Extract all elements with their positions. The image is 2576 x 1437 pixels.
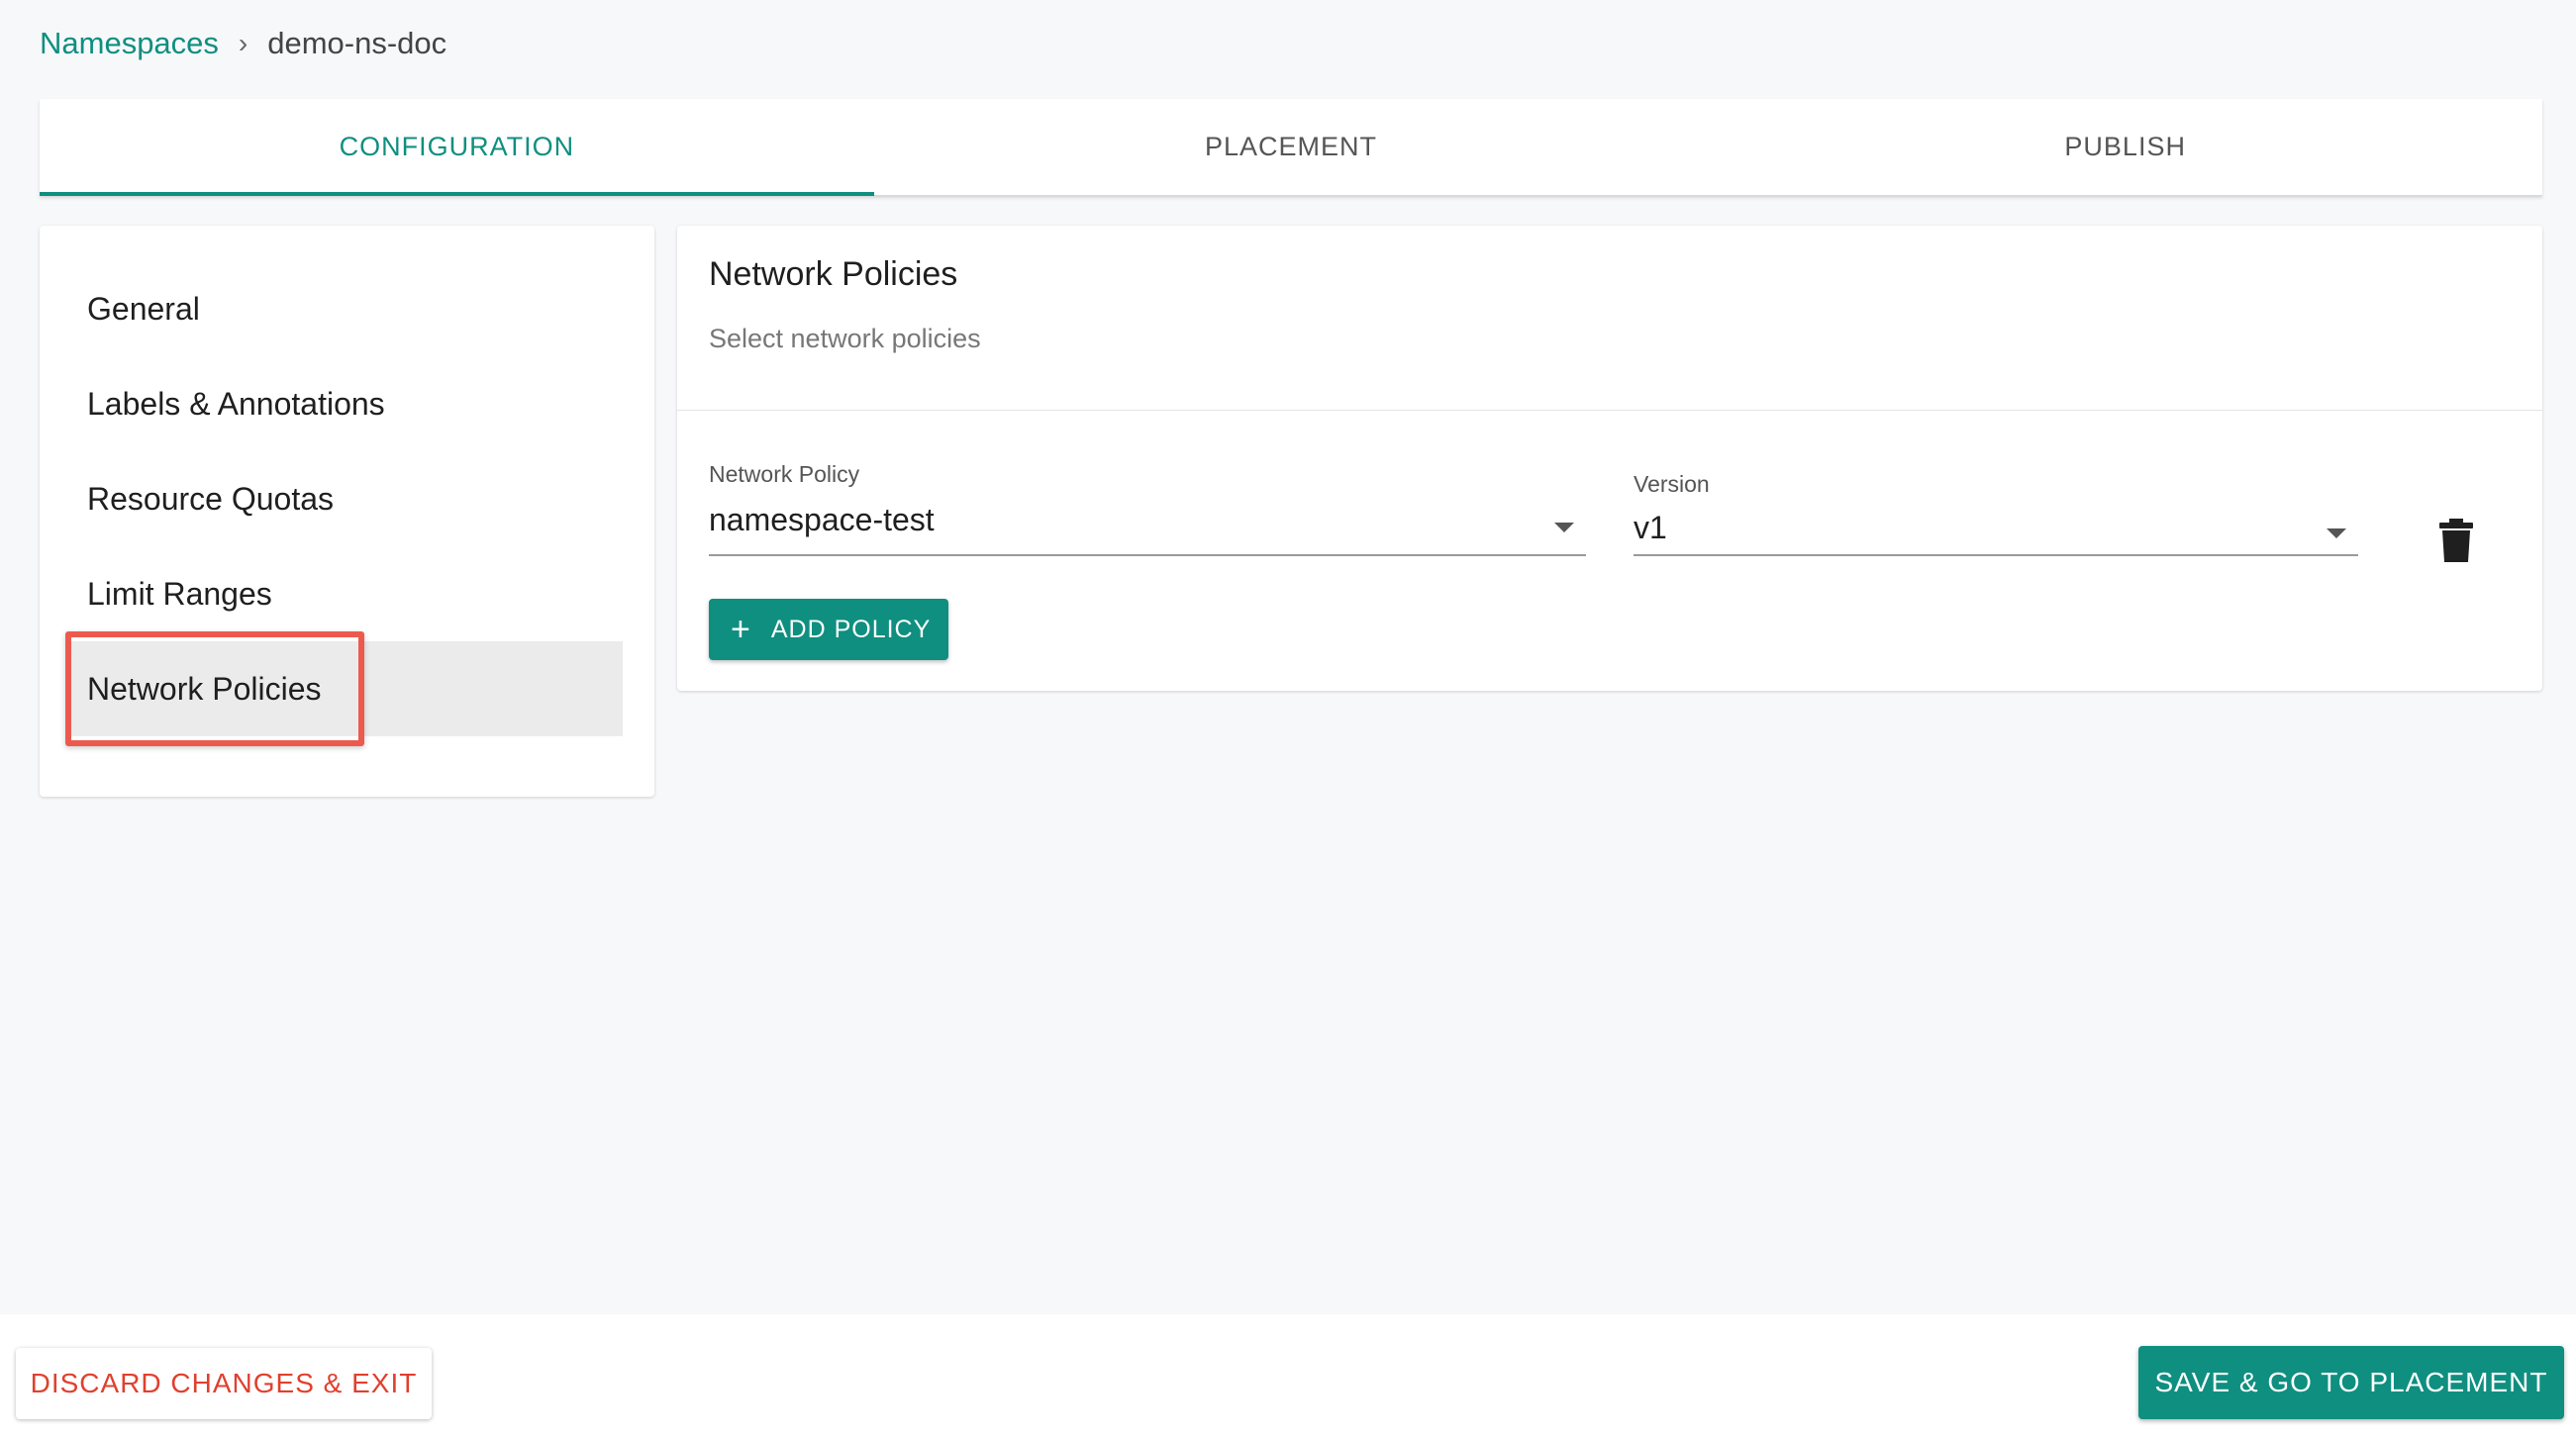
sidenav-item-label: Limit Ranges — [87, 575, 272, 612]
network-policy-select[interactable]: Network Policy namespace-test — [709, 461, 1586, 556]
sidenav-item-limit-ranges[interactable]: Limit Ranges — [40, 546, 623, 641]
network-policies-card: Network Policies Select network policies… — [677, 226, 2542, 691]
trash-icon[interactable] — [2439, 519, 2473, 562]
breadcrumb-separator: › — [238, 28, 248, 58]
sidenav-item-resource-quotas[interactable]: Resource Quotas — [40, 451, 623, 546]
add-policy-button[interactable]: + ADD POLICY — [709, 599, 948, 660]
sidenav-item-label: Resource Quotas — [87, 480, 335, 517]
chevron-down-icon — [2327, 528, 2346, 538]
version-value: v1 — [1634, 510, 1667, 545]
page: Namespaces › demo-ns-doc CONFIGURATION P… — [0, 0, 2576, 1437]
sidenav-item-network-policies[interactable]: Network Policies — [65, 631, 623, 746]
breadcrumb-current: demo-ns-doc — [267, 26, 447, 60]
save-go-to-placement-button[interactable]: SAVE & GO TO PLACEMENT — [2138, 1346, 2564, 1419]
breadcrumb-namespaces-link[interactable]: Namespaces — [40, 26, 219, 61]
tab-placement[interactable]: PLACEMENT — [874, 99, 1709, 195]
plus-icon: + — [731, 611, 751, 648]
card-header: Network Policies Select network policies — [677, 226, 2542, 411]
section-subtitle: Select network policies — [709, 324, 981, 353]
sidenav-item-labels-annotations[interactable]: Labels & Annotations — [40, 356, 623, 451]
footer-bar: DISCARD CHANGES & EXIT SAVE & GO TO PLAC… — [0, 1314, 2576, 1437]
tab-configuration[interactable]: CONFIGURATION — [40, 99, 874, 196]
network-policy-underline — [709, 554, 1586, 556]
sidenav-item-label: General — [87, 290, 200, 327]
version-label: Version — [1634, 471, 1710, 497]
breadcrumb: Namespaces › demo-ns-doc — [40, 22, 446, 65]
add-policy-label: ADD POLICY — [770, 615, 932, 643]
sidenav-item-general[interactable]: General — [40, 261, 623, 356]
network-policy-label: Network Policy — [709, 461, 860, 487]
chevron-down-icon — [1554, 523, 1574, 532]
discard-changes-button[interactable]: DISCARD CHANGES & EXIT — [16, 1348, 432, 1419]
tab-publish[interactable]: PUBLISH — [1708, 99, 2542, 195]
tab-bar: CONFIGURATION PLACEMENT PUBLISH — [40, 99, 2542, 196]
section-title: Network Policies — [709, 255, 958, 293]
annotation-highlight-box — [65, 631, 364, 746]
sidenav-item-label: Labels & Annotations — [87, 385, 385, 422]
network-policy-value: namespace-test — [709, 502, 935, 537]
version-select[interactable]: Version v1 — [1634, 471, 2358, 556]
config-sidenav: General Labels & Annotations Resource Qu… — [40, 226, 654, 797]
version-underline — [1634, 554, 2358, 556]
